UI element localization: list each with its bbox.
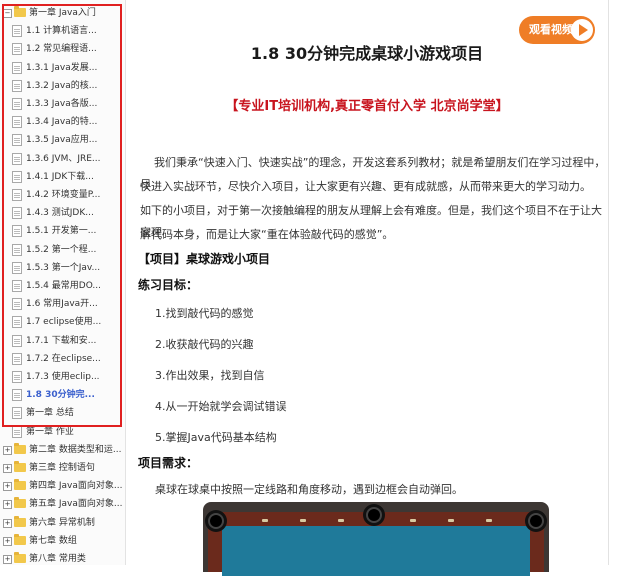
expand-icon[interactable]: + (3, 536, 12, 546)
goal-item: 3.作出效果，找到自信 (155, 369, 265, 382)
page-subtitle: 【专业IT培训机构,真正零首付入学 北京尚学堂】 (225, 99, 509, 114)
project-heading: 【项目】桌球游戏小项目 (138, 252, 271, 266)
tree-item-label: 第三章 控制语句 (29, 463, 95, 473)
tree-folder-item[interactable]: + 第七章 数组 (0, 532, 125, 550)
rail-diamond (338, 519, 344, 522)
goal-item: 1.找到敲代码的感觉 (155, 307, 254, 320)
tree-folder-item[interactable]: + 第四章 Java面向对象... (0, 477, 125, 495)
folder-icon (14, 479, 26, 491)
rail-diamond (410, 519, 416, 522)
chapter-one-highlight-box (2, 4, 122, 427)
watch-video-label: 观看视频 (529, 23, 573, 36)
tree-folder-item[interactable]: + 第三章 控制语句 (0, 459, 125, 477)
folder-icon (14, 552, 26, 563)
expand-icon[interactable]: + (3, 500, 12, 510)
goal-item: 2.收获敲代码的兴趣 (155, 338, 254, 351)
tree-item-label: 第八章 常用类 (29, 554, 86, 564)
intro-line: 解代码本身，而是让大家“重在体验敲代码的感觉”。 (140, 228, 394, 241)
intro-paragraph-2-cont: 解代码本身，而是让大家“重在体验敲代码的感觉”。 (140, 224, 602, 246)
pocket-top-middle (363, 504, 385, 526)
expand-icon[interactable]: + (3, 555, 12, 564)
rail-diamond (486, 519, 492, 522)
intro-line: 快进入实战环节，尽快介入项目，让大家更有兴趣、更有成就感，从而带来更大的学习动力… (140, 180, 591, 193)
tree-item-label: 第六章 异常机制 (29, 517, 95, 528)
pocket-top-right (525, 510, 547, 532)
pool-table-felt (222, 526, 530, 576)
requirements-heading: 项目需求： (138, 456, 199, 470)
tree-item-label: 第五章 Java面向对象... (29, 499, 123, 510)
tree-folder-item[interactable]: + 第六章 异常机制 (0, 514, 125, 532)
folder-icon (14, 515, 26, 527)
tree-folder-item[interactable]: + 第二章 数据类型和运... (0, 441, 125, 459)
goal-item: 4.从一开始就学会调试错误 (155, 400, 287, 413)
rail-diamond (262, 519, 268, 522)
folder-icon (14, 533, 26, 545)
goal-item: 5.掌握Java代码基本结构 (155, 431, 277, 444)
pocket-top-left (205, 510, 227, 532)
tree-item-label: 第七章 数组 (29, 535, 77, 546)
goals-heading: 练习目标： (138, 278, 199, 292)
rail-diamond (300, 519, 306, 522)
content-right-divider (608, 0, 609, 565)
page-icon (12, 425, 22, 438)
expand-icon[interactable]: + (3, 445, 12, 455)
folder-icon (14, 442, 26, 454)
intro-paragraph-1-cont: 快进入实战环节，尽快介入项目，让大家更有兴趣、更有成就感，从而带来更大的学习动力… (140, 176, 602, 198)
chapter-tree: − 第一章 Java入门 1.1 计算机语言... 1.2 常见编程语... 1.3.1… (0, 0, 126, 565)
folder-icon (14, 497, 26, 509)
tree-folder-item[interactable]: + 第八章 常用类 (0, 550, 125, 565)
folder-icon (14, 461, 26, 472)
requirements-text: 桌球在球桌中按照一定线路和角度移动，遇到边框会自动弹回。 (155, 483, 463, 496)
play-icon (571, 19, 593, 41)
tree-item-label: 第二章 数据类型和运... (29, 444, 122, 455)
rail-diamond (448, 519, 454, 522)
page-title: 1.8 30分钟完成桌球小游戏项目 (250, 44, 484, 63)
expand-icon[interactable]: + (3, 518, 12, 528)
expand-icon[interactable]: + (3, 482, 12, 492)
tree-folder-item[interactable]: + 第五章 Java面向对象... (0, 495, 125, 513)
expand-icon[interactable]: + (3, 464, 12, 473)
tree-item-label: 第四章 Java面向对象... (29, 481, 123, 492)
